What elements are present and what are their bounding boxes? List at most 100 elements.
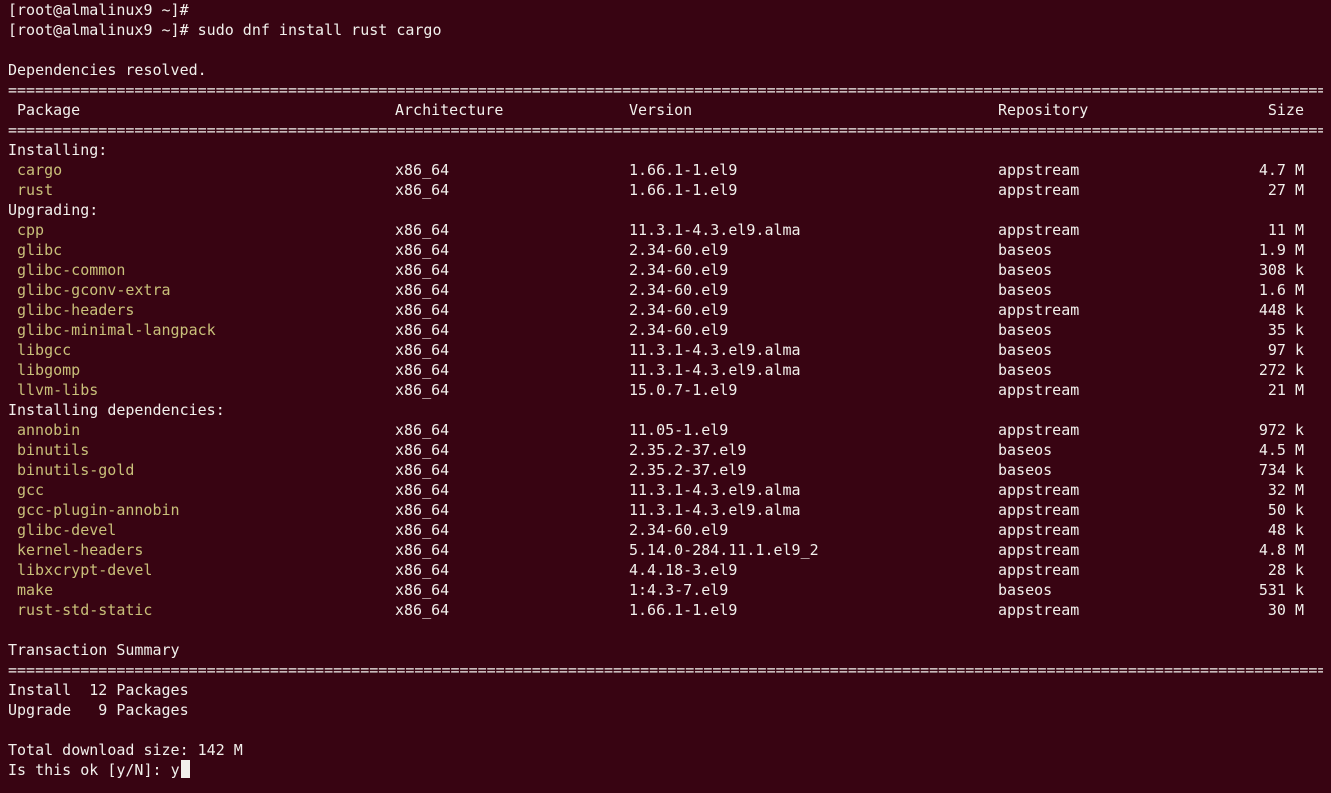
package-row: kernel-headers x86_64 5.14.0-284.11.1.el9_… <box>8 540 1323 560</box>
package-row: glibc-gconv-extra x86_64 2.34-60.el9 baseos… <box>8 280 1323 300</box>
package-architecture: x86_64 <box>395 441 450 459</box>
package-row: rust-std-static x86_64 1.66.1-1.el9 appstre… <box>8 600 1323 620</box>
package-row: llvm-libs x86_64 15.0.7-1.el9 appstream 21 M <box>8 380 1323 400</box>
package-version: 15.0.7-1.el9 <box>629 381 738 399</box>
package-size: 448 k <box>1258 301 1304 319</box>
package-version: 2.35.2-37.el9 <box>629 441 747 459</box>
package-repository: appstream <box>998 301 1080 319</box>
package-architecture: x86_64 <box>395 181 450 199</box>
package-name: gcc-plugin-annobin <box>17 501 180 519</box>
package-size: 27 M <box>1267 181 1304 199</box>
section-title: Installing: <box>8 141 108 159</box>
package-repository: appstream <box>998 541 1080 559</box>
package-name: llvm-libs <box>17 381 99 399</box>
package-architecture: x86_64 <box>395 461 450 479</box>
prompt-line-1: [root@almalinux9 ~]# <box>8 1 198 19</box>
package-repository: baseos <box>998 281 1053 299</box>
package-row: make x86_64 1:4.3-7.el9 baseos 531 k <box>8 580 1323 600</box>
package-name: binutils-gold <box>17 461 135 479</box>
package-row: libxcrypt-devel x86_64 4.4.18-3.el9 appstre… <box>8 560 1323 580</box>
package-size: 272 k <box>1258 361 1304 379</box>
section-title: Installing dependencies: <box>8 401 225 419</box>
text-cursor <box>180 760 190 778</box>
header-repository: Repository <box>998 101 1089 119</box>
package-size: 734 k <box>1258 461 1304 479</box>
package-name: glibc-headers <box>17 301 135 319</box>
package-size: 4.8 M <box>1258 541 1304 559</box>
package-size: 308 k <box>1258 261 1304 279</box>
package-architecture: x86_64 <box>395 421 450 439</box>
terminal-window[interactable]: [root@almalinux9 ~]# [root@almalinux9 ~]… <box>0 0 1331 793</box>
separator-rule: ========================================… <box>8 121 1323 139</box>
package-architecture: x86_64 <box>395 261 450 279</box>
package-size: 531 k <box>1258 581 1304 599</box>
package-repository: baseos <box>998 361 1053 379</box>
package-architecture: x86_64 <box>395 361 450 379</box>
package-version: 2.34-60.el9 <box>629 281 729 299</box>
package-version: 2.34-60.el9 <box>629 521 729 539</box>
package-row: glibc-common x86_64 2.34-60.el9 baseos 308 k <box>8 260 1323 280</box>
separator-rule: ========================================… <box>8 81 1323 99</box>
package-architecture: x86_64 <box>395 561 450 579</box>
package-name: annobin <box>17 421 81 439</box>
package-version: 11.3.1-4.3.el9.alma <box>629 221 801 239</box>
package-architecture: x86_64 <box>395 301 450 319</box>
package-version: 11.3.1-4.3.el9.alma <box>629 341 801 359</box>
package-repository: baseos <box>998 461 1053 479</box>
package-repository: appstream <box>998 561 1080 579</box>
prompt-line-command: [root@almalinux9 ~]# sudo dnf install ru… <box>8 21 442 39</box>
package-architecture: x86_64 <box>395 501 450 519</box>
package-version: 2.34-60.el9 <box>629 321 729 339</box>
transaction-summary-title: Transaction Summary <box>8 641 180 659</box>
package-architecture: x86_64 <box>395 241 450 259</box>
package-architecture: x86_64 <box>395 521 450 539</box>
package-row: binutils x86_64 2.35.2-37.el9 baseos 4.5 M <box>8 440 1323 460</box>
package-row: gcc x86_64 11.3.1-4.3.el9.alma appstream 32 … <box>8 480 1323 500</box>
package-size: 35 k <box>1267 321 1304 339</box>
package-size: 48 k <box>1267 521 1304 539</box>
package-version: 5.14.0-284.11.1.el9_2 <box>629 541 819 559</box>
package-size: 30 M <box>1267 601 1304 619</box>
section-title: Upgrading: <box>8 201 99 219</box>
package-name: cpp <box>17 221 45 239</box>
package-version: 2.34-60.el9 <box>629 241 729 259</box>
package-size: 97 k <box>1267 341 1304 359</box>
package-architecture: x86_64 <box>395 281 450 299</box>
package-name: glibc <box>17 241 63 259</box>
package-architecture: x86_64 <box>395 381 450 399</box>
package-name: cargo <box>17 161 63 179</box>
package-size: 1.9 M <box>1258 241 1304 259</box>
package-version: 1.66.1-1.el9 <box>629 161 738 179</box>
package-repository: appstream <box>998 481 1080 499</box>
header-architecture: Architecture <box>395 101 504 119</box>
confirmation-answer[interactable]: y <box>171 761 180 779</box>
package-architecture: x86_64 <box>395 581 450 599</box>
package-version: 11.05-1.el9 <box>629 421 729 439</box>
package-row: libgcc x86_64 11.3.1-4.3.el9.alma baseos 97 … <box>8 340 1323 360</box>
package-version: 1:4.3-7.el9 <box>629 581 729 599</box>
package-repository: appstream <box>998 221 1080 239</box>
package-name: make <box>17 581 54 599</box>
package-name: rust <box>17 181 54 199</box>
package-repository: appstream <box>998 421 1080 439</box>
package-repository: appstream <box>998 161 1080 179</box>
package-name: kernel-headers <box>17 541 144 559</box>
package-row: annobin x86_64 11.05-1.el9 appstream 972 k <box>8 420 1323 440</box>
upgrade-count: Upgrade 9 Packages <box>8 701 189 719</box>
package-repository: baseos <box>998 441 1053 459</box>
package-size: 21 M <box>1267 381 1304 399</box>
package-name: gcc <box>17 481 45 499</box>
package-version: 1.66.1-1.el9 <box>629 181 738 199</box>
package-row: glibc-headers x86_64 2.34-60.el9 appstream 4… <box>8 300 1323 320</box>
package-size: 11 M <box>1267 221 1304 239</box>
package-name: glibc-common <box>17 261 126 279</box>
package-size: 1.6 M <box>1258 281 1304 299</box>
package-repository: baseos <box>998 321 1053 339</box>
total-download-size: Total download size: 142 M <box>8 741 243 759</box>
confirmation-prompt[interactable]: Is this ok [y/N]: y <box>8 760 1323 780</box>
package-row: glibc-minimal-langpack x86_64 2.34-60.el9 b… <box>8 320 1323 340</box>
package-row: libgomp x86_64 11.3.1-4.3.el9.alma baseos 27… <box>8 360 1323 380</box>
